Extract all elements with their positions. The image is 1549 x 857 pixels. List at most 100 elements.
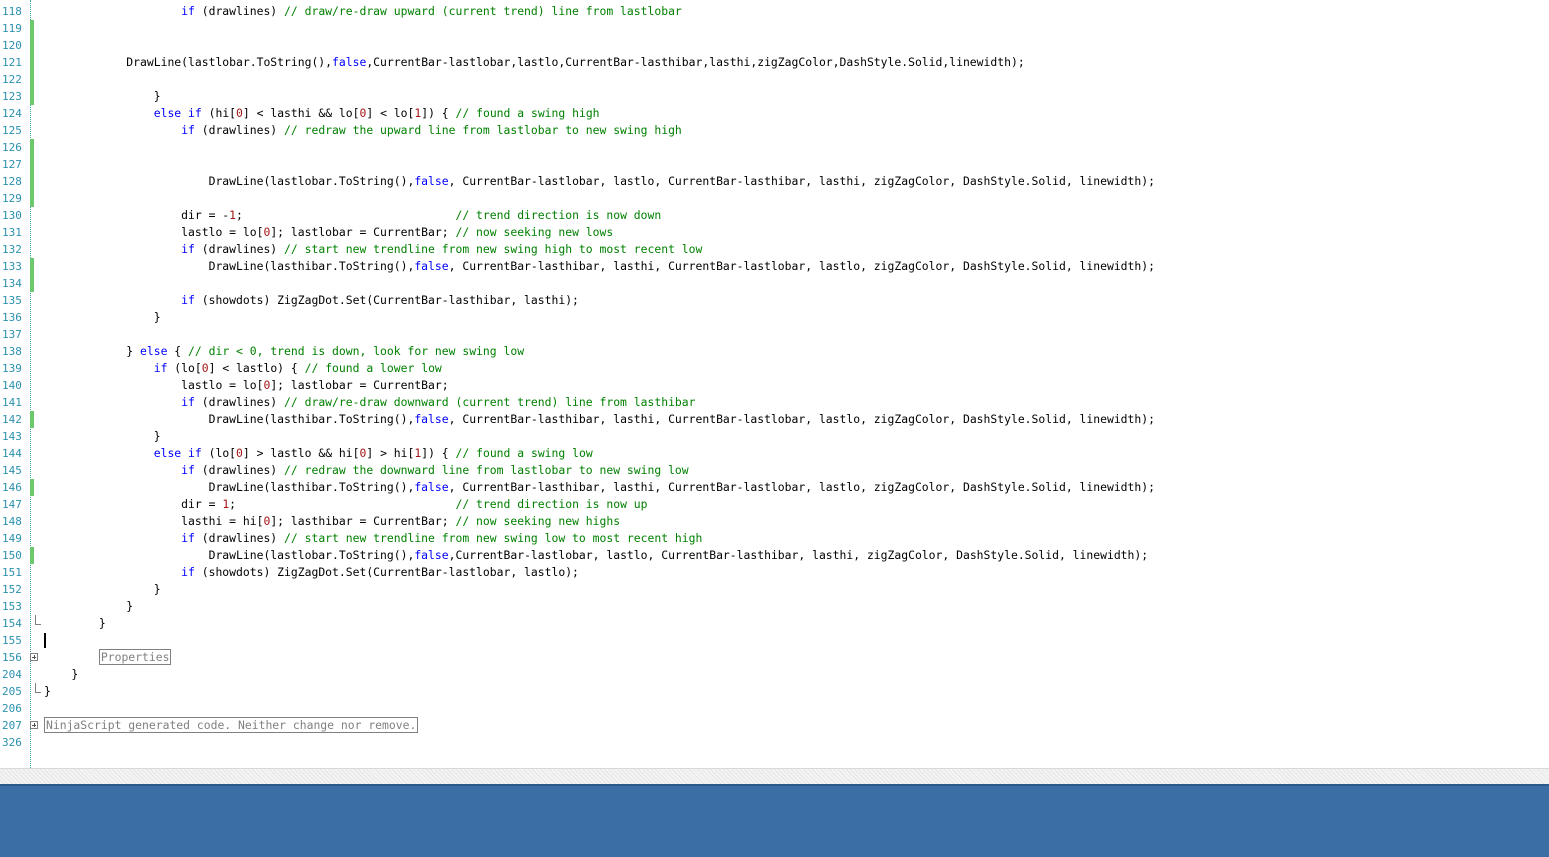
code-line[interactable]: 148 lasthi = hi[0]; lasthibar = CurrentB… [0, 513, 1549, 530]
code-text[interactable]: DrawLine(lasthibar.ToString(),false, Cur… [44, 413, 1155, 426]
code-line[interactable]: 144 else if (lo[0] > lastlo && hi[0] > h… [0, 445, 1549, 462]
line-number: 124 [2, 107, 22, 120]
expand-region-icon[interactable] [30, 653, 38, 661]
code-line[interactable]: 124 else if (hi[0] < lasthi && lo[0] < l… [0, 105, 1549, 122]
code-editor[interactable]: 118 if (drawlines) // draw/re-draw upwar… [0, 0, 1549, 768]
line-number: 139 [2, 362, 22, 375]
line-number: 136 [2, 311, 22, 324]
code-line[interactable]: 121 DrawLine(lastlobar.ToString(),false,… [0, 54, 1549, 71]
line-number: 143 [2, 430, 22, 443]
code-line[interactable]: 154 } [0, 615, 1549, 632]
code-text[interactable]: if (drawlines) // redraw the downward li… [44, 464, 688, 477]
code-text[interactable]: } [44, 311, 161, 324]
code-line[interactable]: 140 lastlo = lo[0]; lastlobar = CurrentB… [0, 377, 1549, 394]
code-line[interactable]: 119 [0, 20, 1549, 37]
code-line[interactable]: 118 if (drawlines) // draw/re-draw upwar… [0, 3, 1549, 20]
code-line[interactable]: 146 DrawLine(lasthibar.ToString(),false,… [0, 479, 1549, 496]
line-number: 138 [2, 345, 22, 358]
code-text[interactable]: dir = 1; // trend direction is now up [44, 498, 647, 511]
code-text[interactable]: } [44, 600, 133, 613]
code-line[interactable]: 135 if (showdots) ZigZagDot.Set(CurrentB… [0, 292, 1549, 309]
code-text[interactable]: } [44, 617, 106, 630]
code-line[interactable]: 120 [0, 37, 1549, 54]
code-line[interactable]: 152 } [0, 581, 1549, 598]
line-number: 128 [2, 175, 22, 188]
code-text[interactable]: DrawLine(lastlobar.ToString(),false,Curr… [44, 549, 1149, 562]
line-number: 126 [2, 141, 22, 154]
code-text[interactable]: Properties [44, 649, 172, 665]
code-line[interactable]: 141 if (drawlines) // draw/re-draw downw… [0, 394, 1549, 411]
code-text[interactable]: if (drawlines) // draw/re-draw upward (c… [44, 5, 682, 18]
change-marker [30, 20, 34, 37]
desktop-background [0, 784, 1549, 857]
change-marker [30, 411, 34, 428]
code-text[interactable]: DrawLine(lasthibar.ToString(),false, Cur… [44, 481, 1155, 494]
code-text[interactable]: if (drawlines) // draw/re-draw downward … [44, 396, 695, 409]
code-line[interactable]: 122 [0, 71, 1549, 88]
horizontal-scrollbar[interactable] [0, 768, 1549, 785]
code-text[interactable]: dir = -1; // trend direction is now down [44, 209, 661, 222]
code-line[interactable]: 134 [0, 275, 1549, 292]
code-text[interactable]: else if (hi[0] < lasthi && lo[0] < lo[1]… [44, 107, 600, 120]
code-line[interactable]: 143 } [0, 428, 1549, 445]
code-line[interactable]: 130 dir = -1; // trend direction is now … [0, 207, 1549, 224]
code-line[interactable]: 207 NinjaScript generated code. Neither c… [0, 717, 1549, 734]
code-line[interactable]: 132 if (drawlines) // start new trendlin… [0, 241, 1549, 258]
code-line[interactable]: 129 [0, 190, 1549, 207]
code-line[interactable]: 204 } [0, 666, 1549, 683]
code-line[interactable]: 127 [0, 156, 1549, 173]
code-line[interactable]: 136 } [0, 309, 1549, 326]
code-text[interactable]: } [44, 583, 161, 596]
code-line[interactable]: 139 if (lo[0] < lastlo) { // found a low… [0, 360, 1549, 377]
line-number: 205 [2, 685, 22, 698]
code-line[interactable]: 153 } [0, 598, 1549, 615]
code-line[interactable]: 150 DrawLine(lastlobar.ToString(),false,… [0, 547, 1549, 564]
code-text[interactable]: if (showdots) ZigZagDot.Set(CurrentBar-l… [44, 566, 579, 579]
code-text[interactable]: } else { // dir < 0, trend is down, look… [44, 345, 524, 358]
code-line[interactable]: 142 DrawLine(lasthibar.ToString(),false,… [0, 411, 1549, 428]
collapsed-region-label[interactable]: Properties [98, 649, 172, 665]
line-number: 118 [2, 5, 22, 18]
code-text[interactable]: DrawLine(lastlobar.ToString(),false, Cur… [44, 175, 1155, 188]
code-text[interactable]: } [44, 685, 51, 698]
code-line[interactable]: 156 Properties [0, 649, 1549, 666]
code-text[interactable]: lastlo = lo[0]; lastlobar = CurrentBar; [44, 379, 448, 392]
code-line[interactable]: 205} [0, 683, 1549, 700]
change-marker [30, 190, 34, 207]
code-line[interactable]: 126 [0, 139, 1549, 156]
line-number: 131 [2, 226, 22, 239]
code-line[interactable]: 326 [0, 734, 1549, 751]
code-text[interactable]: if (showdots) ZigZagDot.Set(CurrentBar-l… [44, 294, 579, 307]
code-line[interactable]: 138 } else { // dir < 0, trend is down, … [0, 343, 1549, 360]
code-text[interactable]: NinjaScript generated code. Neither chan… [44, 717, 419, 733]
code-text[interactable]: else if (lo[0] > lastlo && hi[0] > hi[1]… [44, 447, 593, 460]
code-line[interactable]: 137 [0, 326, 1549, 343]
code-text[interactable]: DrawLine(lasthibar.ToString(),false, Cur… [44, 260, 1155, 273]
code-text[interactable]: } [44, 668, 78, 681]
code-text[interactable]: if (drawlines) // start new trendline fr… [44, 243, 702, 256]
code-text[interactable]: if (drawlines) // start new trendline fr… [44, 532, 702, 545]
code-line[interactable]: 123 } [0, 88, 1549, 105]
code-text[interactable]: if (drawlines) // redraw the upward line… [44, 124, 682, 137]
code-line[interactable]: 206 [0, 700, 1549, 717]
code-text[interactable]: } [44, 430, 161, 443]
code-text[interactable]: lastlo = lo[0]; lastlobar = CurrentBar; … [44, 226, 613, 239]
code-line[interactable]: 155 [0, 632, 1549, 649]
code-line[interactable]: 151 if (showdots) ZigZagDot.Set(CurrentB… [0, 564, 1549, 581]
code-line[interactable]: 128 DrawLine(lastlobar.ToString(),false,… [0, 173, 1549, 190]
collapsed-region-label[interactable]: NinjaScript generated code. Neither chan… [44, 717, 419, 733]
line-number: 148 [2, 515, 22, 528]
code-text[interactable]: lasthi = hi[0]; lasthibar = CurrentBar; … [44, 515, 620, 528]
code-line[interactable]: 133 DrawLine(lasthibar.ToString(),false,… [0, 258, 1549, 275]
code-line[interactable]: 145 if (drawlines) // redraw the downwar… [0, 462, 1549, 479]
line-number: 121 [2, 56, 22, 69]
code-text[interactable]: if (lo[0] < lastlo) { // found a lower l… [44, 362, 442, 375]
expand-region-icon[interactable] [30, 721, 38, 729]
code-line[interactable]: 131 lastlo = lo[0]; lastlobar = CurrentB… [0, 224, 1549, 241]
code-line[interactable]: 147 dir = 1; // trend direction is now u… [0, 496, 1549, 513]
code-text[interactable]: DrawLine(lastlobar.ToString(),false,Curr… [44, 56, 1024, 69]
change-marker [30, 71, 34, 88]
code-line[interactable]: 125 if (drawlines) // redraw the upward … [0, 122, 1549, 139]
code-text[interactable]: } [44, 90, 161, 103]
code-line[interactable]: 149 if (drawlines) // start new trendlin… [0, 530, 1549, 547]
